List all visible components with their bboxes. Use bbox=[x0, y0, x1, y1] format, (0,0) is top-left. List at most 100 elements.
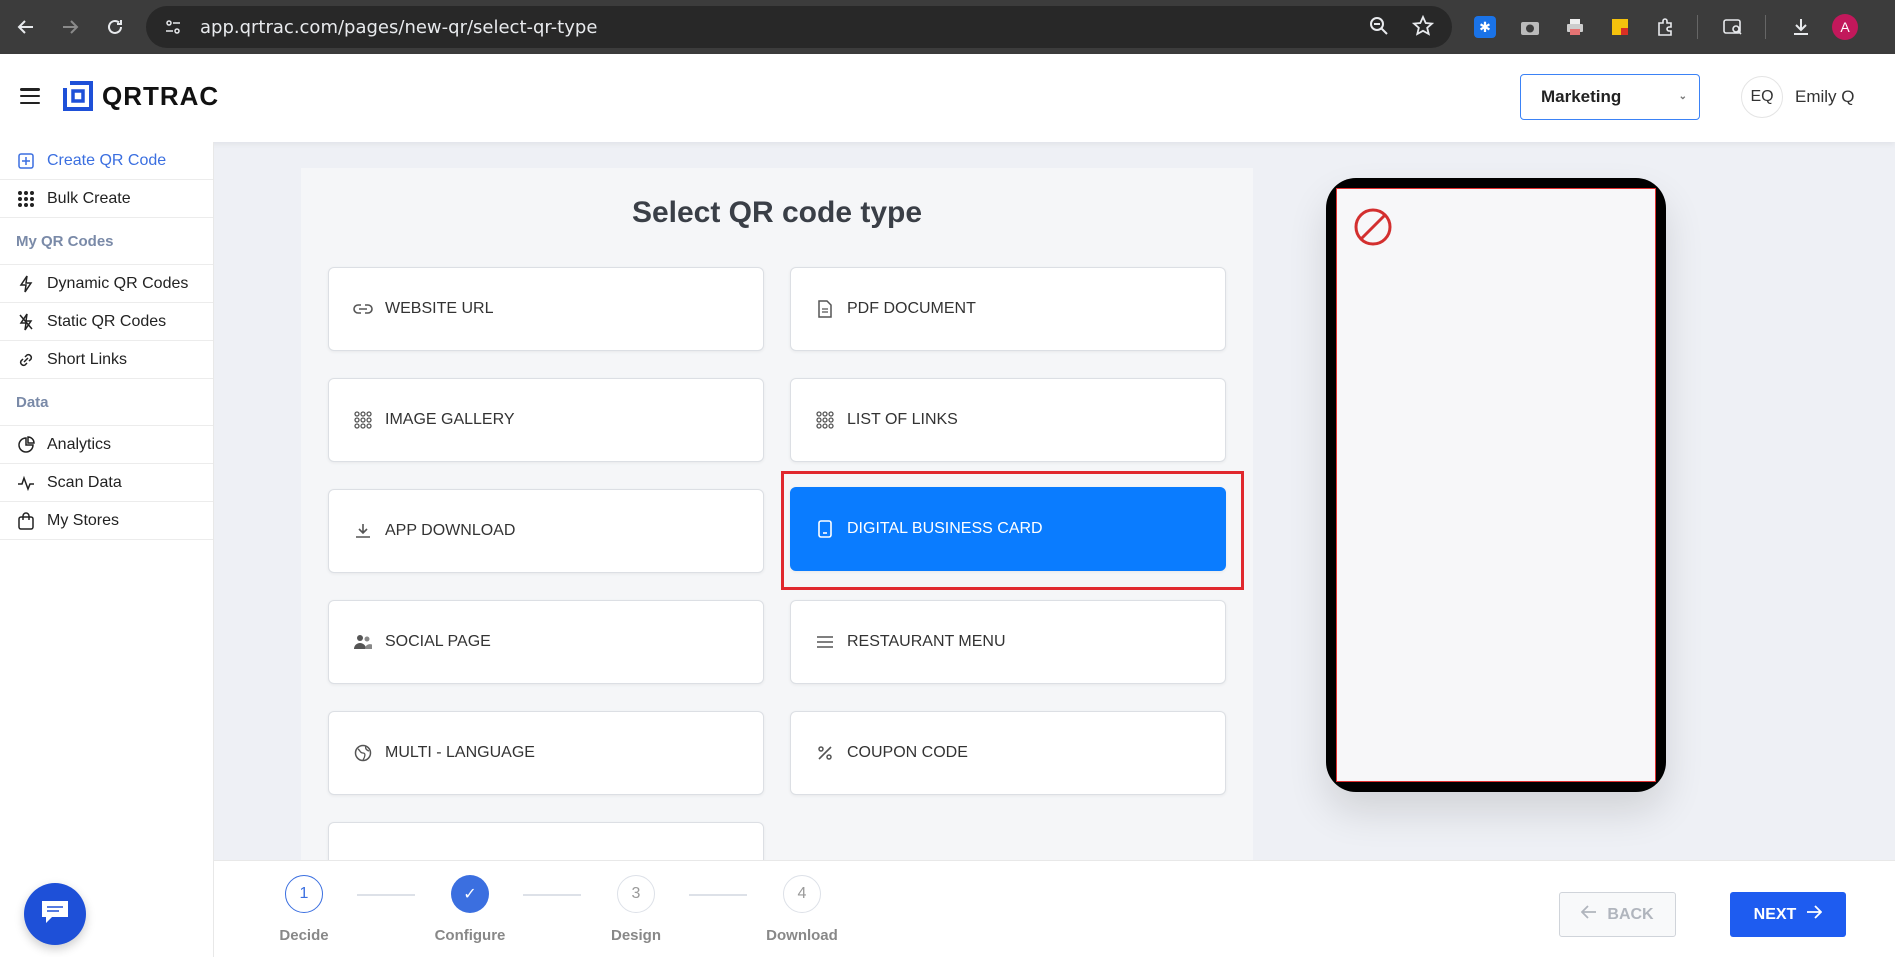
back-button[interactable]: BACK bbox=[1559, 892, 1676, 937]
address-bar[interactable]: app.qrtrac.com/pages/new-qr/select-qr-ty… bbox=[146, 6, 1452, 48]
no-preview-icon bbox=[1353, 207, 1393, 247]
user-avatar[interactable]: EQ bbox=[1741, 76, 1783, 118]
extension-sheet-icon[interactable] bbox=[1605, 12, 1635, 42]
phone-preview bbox=[1326, 178, 1666, 792]
arrow-right-icon bbox=[1806, 905, 1823, 924]
browser-toolbar: app.qrtrac.com/pages/new-qr/select-qr-ty… bbox=[0, 0, 1895, 54]
sidebar-item-label: Dynamic QR Codes bbox=[47, 274, 189, 292]
reload-icon[interactable] bbox=[95, 7, 135, 47]
step-number: ✓ bbox=[451, 875, 489, 913]
page-title: Select QR code type bbox=[631, 196, 923, 229]
team-select[interactable]: Marketing ⌄ bbox=[1520, 74, 1700, 120]
sidebar-item-analytics[interactable]: Analytics bbox=[0, 426, 213, 464]
step-number: 4 bbox=[783, 875, 821, 913]
plus-square-icon bbox=[16, 151, 36, 171]
link-icon bbox=[16, 350, 36, 370]
qr-type-website-url[interactable]: WEBSITE URL bbox=[328, 267, 764, 351]
grid-dots-icon bbox=[16, 189, 36, 209]
zoom-icon[interactable] bbox=[1368, 15, 1390, 42]
step-design[interactable]: 3 Design bbox=[596, 875, 676, 944]
grid-dots-icon bbox=[815, 410, 835, 430]
qr-type-label: IMAGE GALLERY bbox=[385, 411, 515, 428]
step-label: Configure bbox=[434, 927, 506, 944]
qr-type-label: WEBSITE URL bbox=[385, 300, 494, 317]
step-decide[interactable]: 1 Decide bbox=[264, 875, 344, 944]
qr-type-label: LIST OF LINKS bbox=[847, 411, 958, 428]
shopping-bag-icon bbox=[16, 511, 36, 531]
qr-type-label: COUPON CODE bbox=[847, 744, 968, 761]
phone-screen bbox=[1336, 188, 1656, 782]
step-download[interactable]: 4 Download bbox=[762, 875, 842, 944]
extension-printer-icon[interactable] bbox=[1560, 12, 1590, 42]
arrow-left-icon bbox=[1581, 905, 1597, 924]
url-text: app.qrtrac.com/pages/new-qr/select-qr-ty… bbox=[200, 16, 598, 38]
sidebar-item-dynamic-qr[interactable]: Dynamic QR Codes bbox=[0, 265, 213, 303]
step-label: Download bbox=[766, 927, 838, 944]
qrtrac-logo-icon bbox=[62, 80, 94, 112]
users-icon bbox=[353, 632, 373, 652]
menu-icon[interactable] bbox=[20, 88, 40, 104]
sidebar-item-bulk-create[interactable]: Bulk Create bbox=[0, 180, 213, 218]
download-icon bbox=[353, 521, 373, 541]
tab-search-icon[interactable] bbox=[1718, 12, 1748, 42]
back-arrow-icon[interactable] bbox=[6, 7, 46, 47]
qr-type-list-of-links[interactable]: LIST OF LINKS bbox=[790, 378, 1226, 462]
globe-icon bbox=[353, 743, 373, 763]
back-button-label: BACK bbox=[1607, 905, 1654, 923]
next-button-label: NEXT bbox=[1753, 905, 1797, 923]
sidebar-section-my-qr-codes: My QR Codes bbox=[0, 218, 213, 265]
qr-type-label: PDF DOCUMENT bbox=[847, 300, 976, 317]
extension-snowflake-icon[interactable]: ✱ bbox=[1470, 12, 1500, 42]
sidebar-item-label: My Stores bbox=[47, 511, 120, 529]
profile-avatar[interactable]: A bbox=[1830, 12, 1860, 42]
qr-type-social-page[interactable]: SOCIAL PAGE bbox=[328, 600, 764, 684]
qr-type-card-partial[interactable] bbox=[328, 822, 764, 860]
forward-arrow-icon[interactable] bbox=[50, 7, 90, 47]
qr-type-label: MULTI - LANGUAGE bbox=[385, 744, 535, 761]
toolbar-divider bbox=[1765, 15, 1766, 39]
extension-camera-icon[interactable] bbox=[1515, 12, 1545, 42]
extensions-puzzle-icon[interactable] bbox=[1650, 12, 1680, 42]
step-label: Decide bbox=[279, 927, 329, 944]
sidebar-section-data: Data bbox=[0, 379, 213, 426]
next-button[interactable]: NEXT bbox=[1730, 892, 1846, 937]
sidebar-item-label: Bulk Create bbox=[47, 189, 131, 207]
sidebar-item-my-stores[interactable]: My Stores bbox=[0, 502, 213, 540]
qr-type-label: RESTAURANT MENU bbox=[847, 633, 1006, 650]
download-icon[interactable] bbox=[1786, 12, 1816, 42]
pie-chart-icon bbox=[16, 435, 36, 455]
grid-dots-icon bbox=[353, 410, 373, 430]
sidebar-item-create-qr[interactable]: Create QR Code bbox=[0, 142, 213, 180]
step-label: Design bbox=[610, 927, 661, 944]
step-connector bbox=[357, 894, 415, 896]
sidebar-item-static-qr[interactable]: Static QR Codes bbox=[0, 303, 213, 341]
site-settings-icon[interactable] bbox=[162, 16, 184, 38]
logo[interactable]: QRTRAC bbox=[62, 80, 219, 112]
step-number: 1 bbox=[285, 875, 323, 913]
qr-type-app-download[interactable]: APP DOWNLOAD bbox=[328, 489, 764, 573]
activity-icon bbox=[16, 473, 36, 493]
user-name[interactable]: Emily Q bbox=[1795, 87, 1855, 107]
step-connector bbox=[689, 894, 747, 896]
bookmark-star-icon[interactable] bbox=[1411, 14, 1435, 42]
sidebar-item-label: Scan Data bbox=[47, 473, 122, 491]
sidebar-item-label: Static QR Codes bbox=[47, 312, 167, 330]
qr-type-image-gallery[interactable]: IMAGE GALLERY bbox=[328, 378, 764, 462]
logo-text: QRTRAC bbox=[102, 80, 220, 111]
chat-button[interactable] bbox=[24, 883, 86, 945]
sidebar-item-scan-data[interactable]: Scan Data bbox=[0, 464, 213, 502]
wizard-footer: 1 Decide ✓ Configure 3 Design 4 Download… bbox=[214, 860, 1895, 957]
qr-type-pdf-document[interactable]: PDF DOCUMENT bbox=[790, 267, 1226, 351]
document-icon bbox=[815, 299, 835, 319]
step-configure[interactable]: ✓ Configure bbox=[430, 875, 510, 944]
sidebar-item-short-links[interactable]: Short Links bbox=[0, 341, 213, 379]
lightning-icon bbox=[16, 274, 36, 294]
link-icon bbox=[353, 299, 373, 319]
qr-type-coupon-code[interactable]: COUPON CODE bbox=[790, 711, 1226, 795]
qr-type-multi-language[interactable]: MULTI - LANGUAGE bbox=[328, 711, 764, 795]
percent-icon bbox=[815, 743, 835, 763]
qr-type-restaurant-menu[interactable]: RESTAURANT MENU bbox=[790, 600, 1226, 684]
sidebar-item-label: Short Links bbox=[47, 350, 128, 368]
step-connector bbox=[523, 894, 581, 896]
sidebar-item-label: Create QR Code bbox=[47, 151, 167, 169]
